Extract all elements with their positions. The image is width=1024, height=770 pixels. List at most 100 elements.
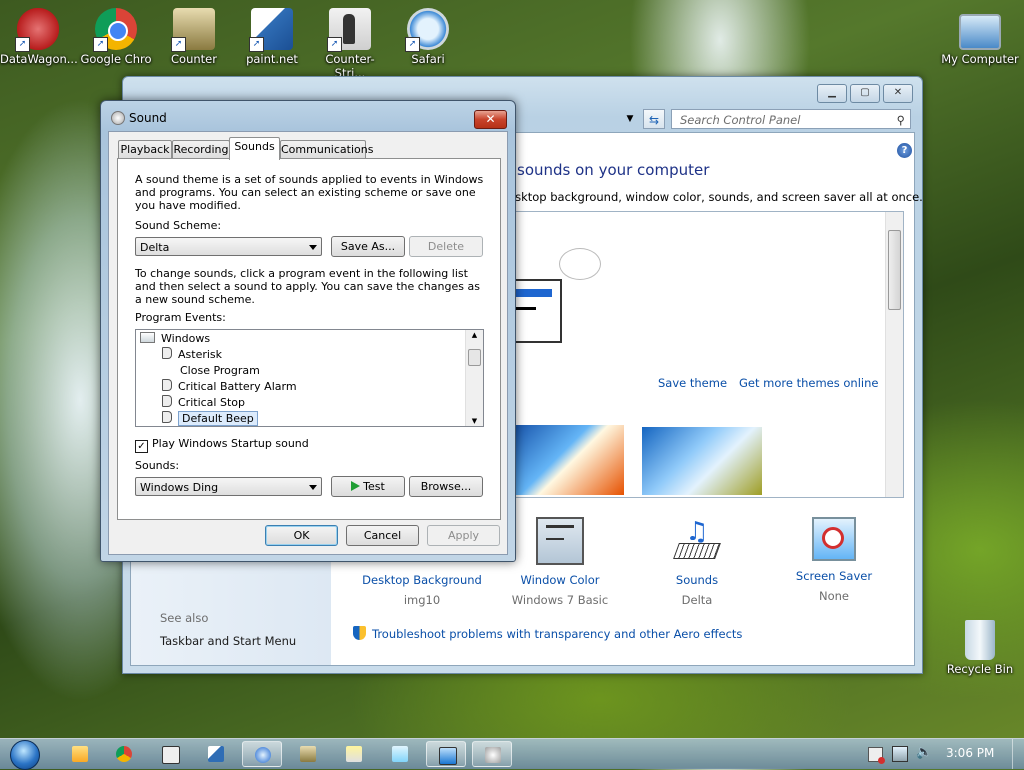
chrome-icon [116, 746, 132, 762]
ok-button[interactable]: OK [265, 525, 338, 546]
desktop-icon-counter-strike[interactable]: ➚ Counter-Stri... [312, 8, 388, 80]
test-button-label: Test [363, 480, 385, 493]
counter-strike-icon: ➚ [327, 8, 371, 52]
taskbar-display[interactable] [426, 741, 466, 767]
sound-scheme-select[interactable]: Delta [135, 237, 322, 256]
speaker-icon [111, 111, 125, 125]
address-dropdown-arrow[interactable]: ▼ [621, 110, 639, 128]
desktop-icon-safari[interactable]: ➚ Safari [390, 8, 466, 66]
dialog-body: Playback Recording Sounds Communications… [108, 131, 508, 555]
network-icon[interactable] [892, 746, 908, 762]
shield-icon [353, 626, 366, 640]
see-also-label: See also [160, 611, 209, 625]
checkbox-label: Play Windows Startup sound [152, 437, 309, 450]
folder-icon [72, 746, 88, 762]
taskbar-sound[interactable] [472, 741, 512, 767]
sounds-keyboard-icon: ♫ [673, 517, 721, 565]
test-button[interactable]: Test [331, 476, 405, 497]
page-heading: sounds on your computer [517, 161, 710, 179]
desktop-icon-paint-net[interactable]: ➚ paint.net [234, 8, 310, 66]
screen-saver-item[interactable]: Screen Saver None [764, 517, 904, 603]
scroll-up-icon: ▲ [471, 331, 478, 339]
desktop-icon-datawagon[interactable]: ➚ DataWagon... [0, 8, 78, 66]
instructions-text: To change sounds, click a program event … [135, 267, 480, 306]
checkbox-check-icon: ✓ [135, 440, 148, 453]
sounds-select[interactable]: Windows Ding [135, 477, 322, 496]
chrome-icon: ➚ [93, 8, 137, 52]
browse-button[interactable]: Browse... [409, 476, 483, 497]
desktop-icon-my-computer[interactable]: My Computer [937, 8, 1023, 66]
troubleshoot-link[interactable]: Troubleshoot problems with transparency … [353, 626, 742, 641]
close-dialog-button[interactable]: ✕ [474, 110, 507, 129]
minimize-button[interactable]: ▁ [817, 84, 847, 103]
taskbar-explorer[interactable] [60, 741, 100, 767]
desktop-icon-label: Recycle Bin [946, 662, 1014, 676]
dialog-title: Sound [129, 111, 167, 125]
events-scrollbar[interactable]: ▲ ▼ [465, 330, 483, 426]
computer-monitor-icon [959, 14, 1001, 50]
get-more-themes-link[interactable]: Get more themes online [739, 376, 878, 390]
counter-strike-icon [162, 746, 180, 764]
paint-net-icon: ➚ [249, 8, 293, 52]
taskbar-paint-net[interactable] [196, 741, 236, 767]
desktop-icon-counter[interactable]: ➚ Counter [156, 8, 232, 66]
list-item-selected[interactable]: Default Beep [162, 411, 258, 426]
search-input[interactable]: Search Control Panel ⚲ [671, 109, 911, 129]
item-value: img10 [403, 593, 441, 607]
sound-scheme-label: Sound Scheme: [135, 219, 222, 232]
desktop-icon-recycle-bin[interactable]: Recycle Bin [937, 620, 1023, 676]
speaker-icon [162, 347, 172, 359]
delete-button[interactable]: Delete [409, 236, 483, 257]
tab-playback[interactable]: Playback [118, 140, 172, 159]
page-subtitle: esktop background, window color, sounds,… [508, 190, 923, 204]
list-item-group[interactable]: Windows [140, 331, 210, 347]
cancel-button[interactable]: Cancel [346, 525, 419, 546]
safari-compass-icon: ➚ [405, 8, 449, 52]
save-as-button[interactable]: Save As... [331, 236, 405, 257]
taskbar-counter[interactable] [288, 741, 328, 767]
refresh-button[interactable]: ⇆ [643, 109, 665, 129]
save-theme-link[interactable]: Save theme [658, 376, 727, 390]
desktop-icon-label: Safari [411, 52, 445, 66]
clock[interactable]: 3:06 PM [946, 746, 994, 760]
sound-dialog: Sound ✕ Playback Recording Sounds Commun… [100, 100, 516, 562]
themes-scrollbar[interactable] [885, 212, 903, 497]
taskbar-control-panel[interactable] [242, 741, 282, 767]
help-icon[interactable]: ? [897, 143, 912, 158]
desktop-icon-label: Counter [171, 52, 217, 66]
desktop-icon-google-chrome[interactable]: ➚ Google Chro [78, 8, 154, 66]
item-value: Windows 7 Basic [511, 593, 609, 607]
tab-sounds[interactable]: Sounds [229, 137, 280, 160]
list-item-label: Windows [161, 332, 211, 345]
sounds-tab-panel: A sound theme is a set of sounds applied… [117, 158, 501, 520]
windows-logo-icon [10, 740, 40, 770]
sounds-item[interactable]: ♫ Sounds Delta [627, 517, 767, 607]
apply-button[interactable]: Apply [427, 525, 500, 546]
taskbar-app[interactable] [334, 741, 374, 767]
volume-icon[interactable]: 🔈 [916, 745, 932, 760]
taskbar-chrome[interactable] [104, 741, 144, 767]
tab-communications[interactable]: Communications [280, 140, 373, 159]
maximize-button[interactable]: ▢ [850, 84, 880, 103]
counter-strike-soldier-icon: ➚ [171, 8, 215, 52]
search-icon: ⚲ [896, 113, 905, 127]
close-window-button[interactable]: ✕ [883, 84, 913, 103]
list-item[interactable]: Asterisk [162, 347, 222, 363]
list-item-label: Default Beep [178, 411, 258, 426]
desktop-icon-label: DataWagon... [0, 52, 78, 66]
startup-sound-checkbox[interactable]: ✓ Play Windows Startup sound [135, 437, 309, 453]
taskbar-counter-strike[interactable] [150, 741, 190, 767]
list-item[interactable]: Critical Stop [162, 395, 245, 411]
taskbar-start-menu-link[interactable]: Taskbar and Start Menu [160, 634, 296, 648]
taskbar-notepad[interactable] [380, 741, 420, 767]
show-desktop-button[interactable] [1012, 739, 1024, 769]
program-events-list[interactable]: Windows Asterisk Close Program Critical … [135, 329, 484, 427]
list-item-label: Close Program [180, 364, 260, 377]
start-button[interactable] [5, 739, 45, 770]
display-icon [439, 747, 457, 765]
troubleshoot-link-text: Troubleshoot problems with transparency … [372, 627, 743, 641]
tab-recording[interactable]: Recording [172, 140, 230, 159]
network-error-icon[interactable] [868, 747, 885, 764]
list-item[interactable]: Close Program [180, 363, 260, 379]
list-item[interactable]: Critical Battery Alarm [162, 379, 297, 395]
